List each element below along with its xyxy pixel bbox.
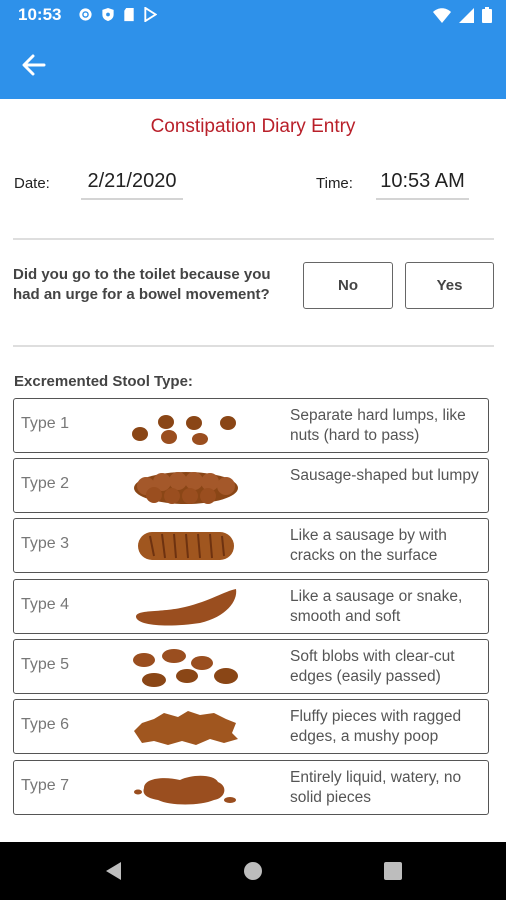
stool-type-5-image — [133, 649, 238, 687]
stool-type-6-option[interactable]: Type 6 Fluffy pieces with ragged edges, … — [13, 699, 489, 754]
gear-icon — [79, 8, 92, 21]
no-button[interactable]: No — [303, 262, 393, 309]
stool-type-label: Type 6 — [21, 716, 70, 733]
nav-back-button[interactable] — [100, 858, 126, 884]
yes-button[interactable]: Yes — [405, 262, 494, 309]
stool-type-4-option[interactable]: Type 4 Like a sausage or snake, smooth a… — [13, 579, 489, 634]
stool-type-description: Soft blobs with clear-cut edges (easily … — [290, 648, 455, 685]
stool-type-3-option[interactable]: Type 3 Like a sausage by with cracks on … — [13, 518, 489, 573]
stool-type-label: Type 7 — [21, 777, 70, 794]
sd-card-icon — [124, 7, 134, 22]
date-field[interactable]: 2/21/2020 — [81, 170, 183, 200]
time-field[interactable]: 10:53 AM — [376, 170, 469, 200]
nav-home-button[interactable] — [240, 858, 266, 884]
stool-type-label: Type 3 — [21, 535, 70, 552]
date-label: Date: — [14, 175, 50, 192]
signal-icon — [459, 7, 474, 23]
back-button[interactable] — [18, 51, 50, 79]
stool-type-1-image — [132, 415, 236, 445]
wifi-icon — [433, 7, 451, 23]
stool-type-description: Entirely liquid, watery, no solid pieces — [290, 769, 462, 806]
system-nav-bar — [0, 842, 506, 900]
time-label: Time: — [316, 175, 353, 192]
back-triangle-icon — [106, 862, 121, 880]
stool-type-2-image — [134, 472, 238, 504]
battery-icon — [482, 7, 492, 23]
stool-type-7-image — [134, 775, 236, 805]
stool-type-label: Type 1 — [21, 415, 70, 432]
stool-type-label: Excremented Stool Type: — [14, 373, 193, 390]
nav-recents-button[interactable] — [380, 858, 406, 884]
stool-type-label: Type 2 — [21, 475, 70, 492]
status-time: 10:53 — [18, 5, 62, 24]
stool-type-description: Sausage-shaped but lumpy — [290, 467, 479, 484]
recents-square-icon — [384, 862, 402, 880]
status-icons-left — [78, 7, 157, 22]
page-title: Constipation Diary Entry — [150, 116, 356, 137]
stool-type-7-option[interactable]: Type 7 Entirely liquid, watery, no solid… — [13, 760, 489, 815]
divider — [13, 238, 494, 240]
stool-type-description: Separate hard lumps, like nuts (hard to … — [290, 407, 466, 444]
urge-question: Did you go to the toilet because you had… — [13, 266, 271, 303]
stool-type-5-option[interactable]: Type 5 Soft blobs with clear-cut edges (… — [13, 639, 489, 694]
shield-icon — [102, 7, 114, 22]
app-bar — [0, 30, 506, 99]
stool-type-4-image — [136, 589, 237, 626]
play-store-icon — [144, 7, 157, 22]
status-icons-right — [433, 7, 492, 23]
divider — [13, 345, 494, 347]
stool-type-1-option[interactable]: Type 1 Separate hard lumps, like nuts (h… — [13, 398, 489, 453]
stool-type-description: Fluffy pieces with ragged edges, a mushy… — [290, 708, 462, 745]
stool-type-description: Like a sausage or snake, smooth and soft — [290, 588, 463, 625]
stool-type-2-option[interactable]: Type 2 Sausage-shaped but lumpy — [13, 458, 489, 513]
stool-type-label: Type 4 — [21, 596, 70, 613]
arrow-left-icon — [22, 54, 46, 76]
stool-type-label: Type 5 — [21, 656, 70, 673]
home-circle-icon — [244, 862, 262, 880]
status-bar: 10:53 — [0, 0, 506, 30]
stool-type-3-image — [138, 532, 234, 560]
stool-type-6-image — [134, 711, 238, 745]
stool-type-description: Like a sausage by with cracks on the sur… — [290, 527, 447, 564]
